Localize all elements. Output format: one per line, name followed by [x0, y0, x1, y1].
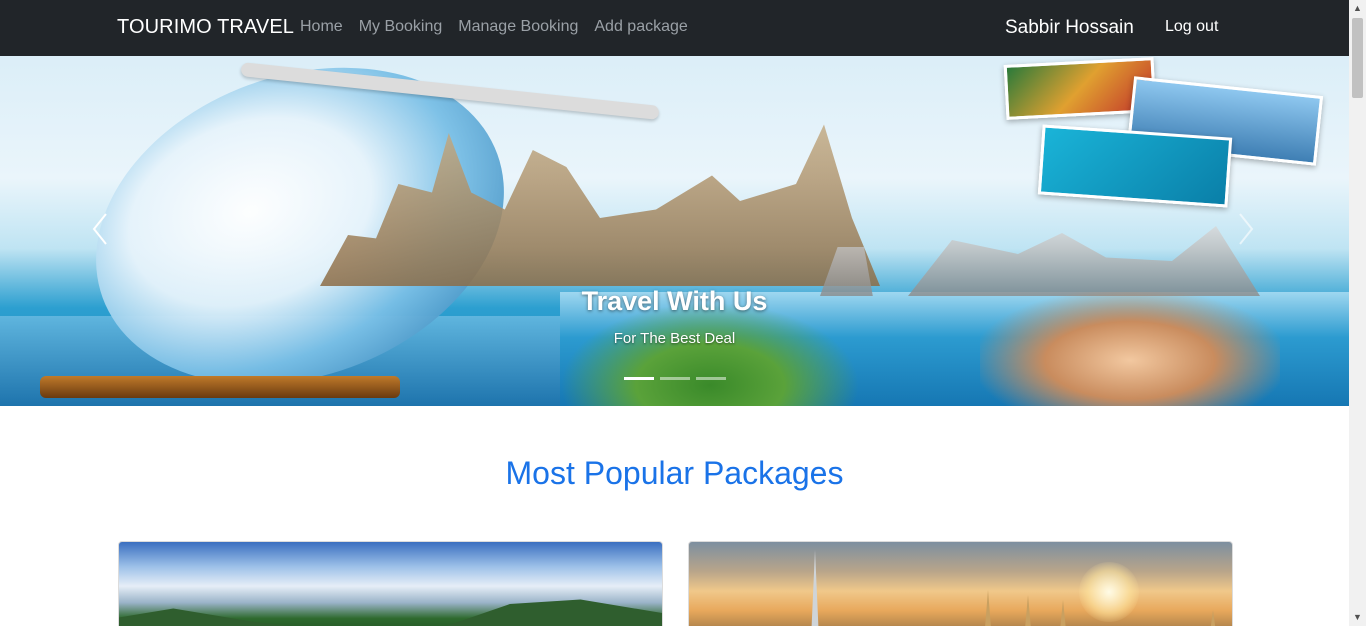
logout-button[interactable]: Log out: [1165, 18, 1218, 36]
nav-link-add-package[interactable]: Add package: [594, 18, 687, 36]
package-image-temple: [1024, 595, 1032, 626]
hero-image-palm: [560, 302, 860, 406]
hero-image-photo: [1037, 124, 1233, 208]
scroll-down-arrow-icon[interactable]: ▼: [1349, 609, 1366, 626]
package-image-temple: [1209, 610, 1217, 626]
carousel-next-button[interactable]: [1232, 211, 1262, 251]
hero-carousel: Travel With Us For The Best Deal: [0, 56, 1349, 406]
package-image-temple: [1059, 600, 1067, 626]
scroll-up-arrow-icon[interactable]: ▲: [1349, 0, 1366, 17]
package-image-temple: [984, 590, 992, 626]
package-image-mountains: [119, 599, 662, 626]
carousel-indicator-2[interactable]: [660, 377, 690, 380]
top-navbar: TOURIMO TRAVEL Home My Booking Manage Bo…: [0, 0, 1349, 56]
hero-image-boat: [40, 376, 400, 398]
nav-links: Home My Booking Manage Booking Add packa…: [300, 18, 704, 36]
package-card[interactable]: [688, 541, 1233, 626]
carousel-caption-title: Travel With Us: [581, 286, 768, 316]
package-image-sun: [1079, 562, 1139, 622]
chevron-right-icon: [1239, 213, 1254, 245]
carousel-prev-button[interactable]: [88, 211, 118, 251]
page: TOURIMO TRAVEL Home My Booking Manage Bo…: [0, 0, 1349, 626]
user-name: Sabbir Hossain: [1005, 17, 1134, 38]
package-card[interactable]: [118, 541, 663, 626]
nav-link-my-booking[interactable]: My Booking: [359, 18, 443, 36]
page-scrollbar[interactable]: ▲ ▼: [1349, 0, 1366, 626]
carousel-indicator-1[interactable]: [624, 377, 654, 380]
section-heading: Most Popular Packages: [505, 455, 844, 491]
scroll-thumb[interactable]: [1352, 18, 1363, 98]
package-image-temple: [811, 550, 819, 626]
brand-logo[interactable]: TOURIMO TRAVEL: [117, 16, 294, 39]
carousel-indicators: [624, 377, 726, 380]
chevron-left-icon: [92, 213, 107, 245]
carousel-indicator-3[interactable]: [696, 377, 726, 380]
nav-link-home[interactable]: Home: [300, 18, 343, 36]
carousel-caption-subtitle: For The Best Deal: [613, 330, 736, 347]
nav-link-manage-booking[interactable]: Manage Booking: [458, 18, 578, 36]
